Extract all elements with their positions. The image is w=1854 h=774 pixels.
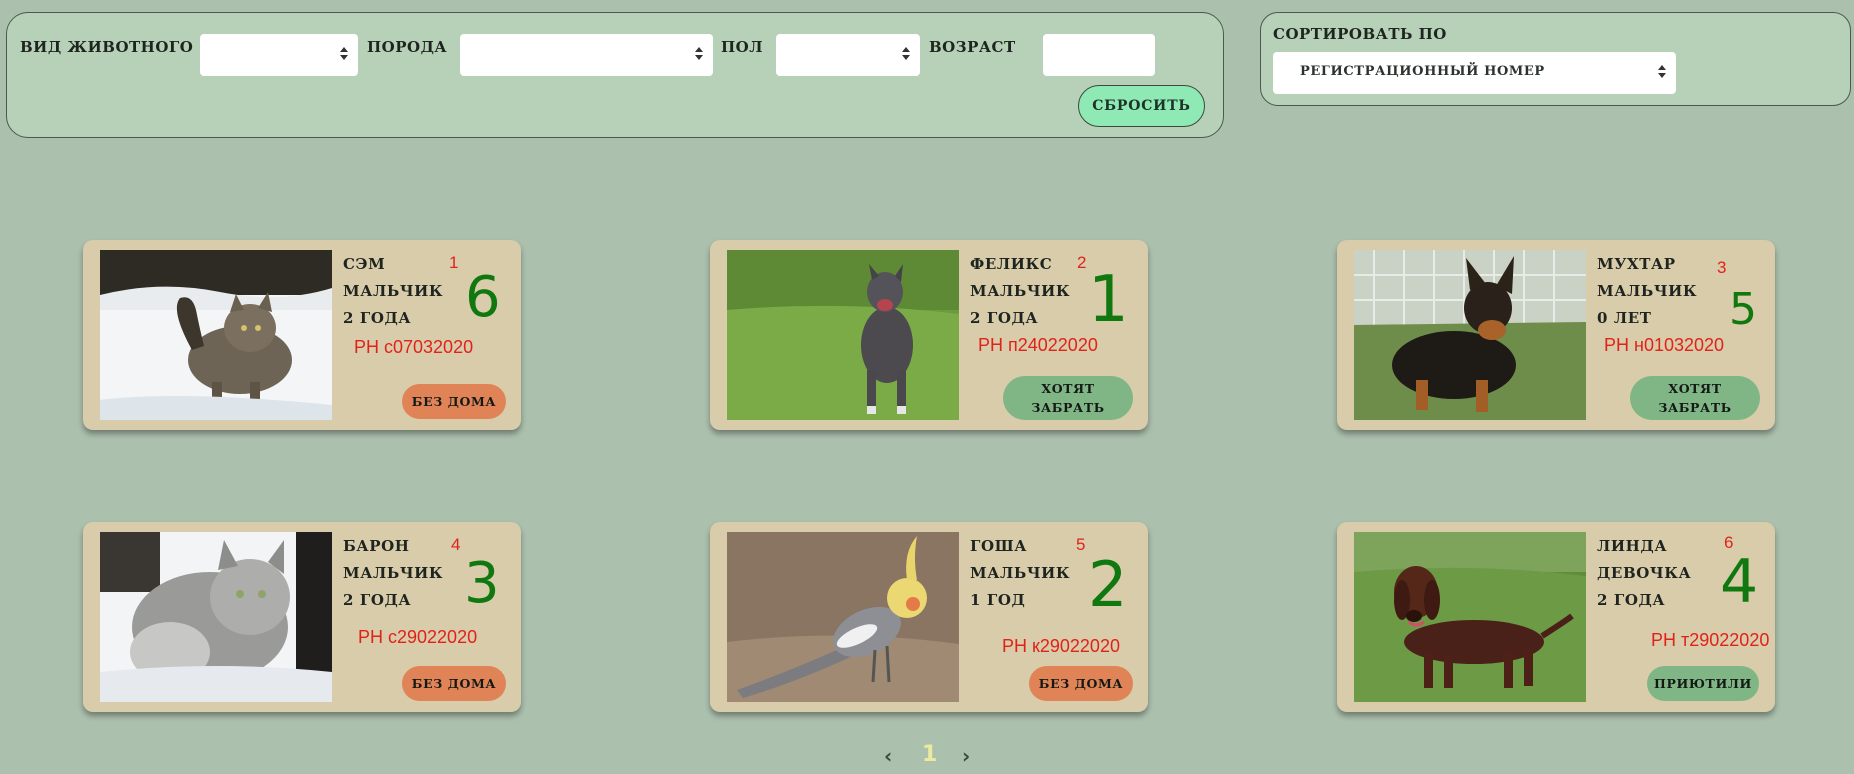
- pet-gender: девочка: [1597, 564, 1692, 582]
- pet-card[interactable]: барон мальчик 2 года 4 3 РН с29022020 бе…: [83, 522, 521, 712]
- pet-name: гоша: [970, 537, 1028, 555]
- pet-card[interactable]: сэм мальчик 2 года 1 6 РН с07032020 без …: [83, 240, 521, 430]
- pet-gender: мальчик: [1597, 282, 1698, 300]
- pet-age: 2 года: [343, 309, 412, 327]
- handwritten-number: 6: [465, 265, 501, 330]
- registration-number: РН к29022020: [1002, 636, 1120, 656]
- handwritten-number: 2: [1088, 548, 1128, 621]
- select-arrows-icon: [902, 46, 910, 64]
- cat-photo: [100, 250, 332, 420]
- sort-value: регистрационный номер: [1300, 64, 1545, 79]
- select-arrows-icon: [1658, 64, 1666, 82]
- pet-name: сэм: [343, 255, 386, 273]
- pet-age: 2 года: [343, 591, 412, 609]
- pet-card[interactable]: мухтар мальчик 0 лет 3 5 РН н01032020 хо…: [1337, 240, 1775, 430]
- status-sheltered-button[interactable]: приютили: [1647, 666, 1759, 701]
- pet-gender: мальчик: [343, 564, 444, 582]
- status-line: хотят: [1041, 381, 1095, 396]
- current-page: 1: [922, 742, 938, 767]
- pet-name: мухтар: [1597, 255, 1676, 273]
- handwritten-number: 5: [1729, 284, 1757, 335]
- registration-number: РН т29022020: [1651, 630, 1770, 650]
- breed-select[interactable]: [460, 34, 713, 76]
- animal-type-label: вид животного: [20, 38, 194, 56]
- card-index: 2: [1077, 253, 1087, 272]
- status-homeless-button[interactable]: без дома: [402, 666, 506, 701]
- pet-age: 2 года: [1597, 591, 1666, 609]
- card-index: 4: [451, 535, 461, 554]
- dog-photo: [1354, 532, 1586, 702]
- pet-age: 0 лет: [1597, 309, 1652, 327]
- pet-card[interactable]: феликс мальчик 2 года 2 1 РН п24022020 х…: [710, 240, 1148, 430]
- registration-number: РН с29022020: [358, 627, 478, 647]
- parrot-photo: [727, 532, 959, 702]
- pet-name: феликс: [970, 255, 1053, 273]
- pet-card[interactable]: линда девочка 2 года 6 4 РН т29022020 пр…: [1337, 522, 1775, 712]
- sort-select[interactable]: регистрационный номер: [1273, 52, 1676, 94]
- age-label: возраст: [929, 38, 1016, 56]
- sort-panel: сортировать по регистрационный номер: [1260, 12, 1851, 106]
- handwritten-number: 1: [1088, 263, 1129, 337]
- status-want-to-take-button[interactable]: хотят забрать: [1003, 376, 1133, 420]
- status-want-to-take-button[interactable]: хотят забрать: [1630, 376, 1760, 420]
- pet-name: линда: [1597, 537, 1668, 555]
- filter-panel: вид животного порода пол возраст сбросит…: [6, 12, 1224, 138]
- status-line: хотят: [1668, 381, 1722, 396]
- pet-age: 1 год: [970, 591, 1026, 609]
- prev-page-button[interactable]: ‹: [884, 744, 892, 768]
- card-index: 1: [449, 253, 459, 272]
- gender-label: пол: [721, 38, 763, 56]
- sort-label: сортировать по: [1273, 25, 1447, 43]
- reset-button[interactable]: сбросить: [1078, 85, 1205, 127]
- handwritten-number: 3: [464, 551, 500, 616]
- registration-number: РН п24022020: [978, 335, 1098, 355]
- registration-number: РН н01032020: [1604, 335, 1725, 355]
- cat-photo: [100, 532, 332, 702]
- status-homeless-button[interactable]: без дома: [1029, 666, 1133, 701]
- animal-type-select[interactable]: [200, 34, 358, 76]
- gender-select[interactable]: [776, 34, 920, 76]
- select-arrows-icon: [695, 46, 703, 64]
- pet-gender: мальчик: [970, 282, 1071, 300]
- pet-name: барон: [343, 537, 410, 555]
- status-homeless-button[interactable]: без дома: [402, 384, 506, 419]
- card-index: 5: [1076, 535, 1086, 554]
- age-input[interactable]: [1043, 34, 1155, 76]
- card-index: 3: [1717, 258, 1727, 277]
- status-line: забрать: [1031, 400, 1105, 415]
- breed-label: порода: [367, 38, 448, 56]
- pet-card[interactable]: гоша мальчик 1 год 5 2 РН к29022020 без …: [710, 522, 1148, 712]
- dog-photo: [1354, 250, 1586, 420]
- status-line: забрать: [1658, 400, 1732, 415]
- pet-gender: мальчик: [970, 564, 1071, 582]
- registration-number: РН с07032020: [354, 337, 474, 357]
- select-arrows-icon: [340, 46, 348, 64]
- pet-gender: мальчик: [343, 282, 444, 300]
- dog-photo: [727, 250, 959, 420]
- next-page-button[interactable]: ›: [962, 744, 970, 768]
- pet-age: 2 года: [970, 309, 1039, 327]
- handwritten-number: 4: [1720, 547, 1759, 617]
